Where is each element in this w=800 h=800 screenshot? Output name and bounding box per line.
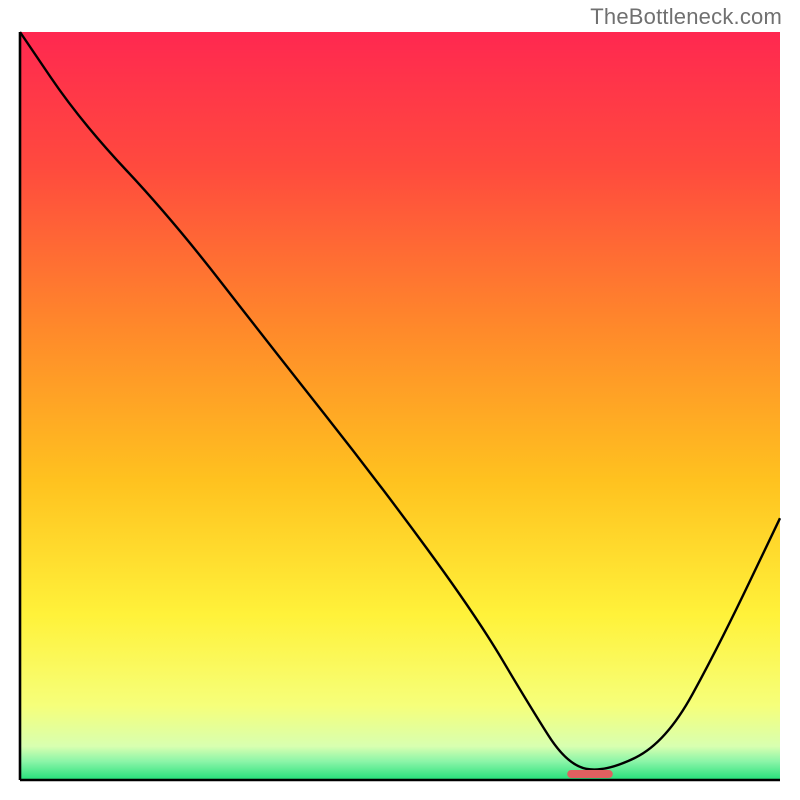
bottleneck-chart bbox=[14, 28, 786, 786]
watermark-text: TheBottleneck.com bbox=[590, 4, 782, 30]
gradient-background bbox=[20, 32, 780, 780]
optimal-range-marker bbox=[567, 770, 613, 778]
chart-svg bbox=[14, 28, 786, 786]
